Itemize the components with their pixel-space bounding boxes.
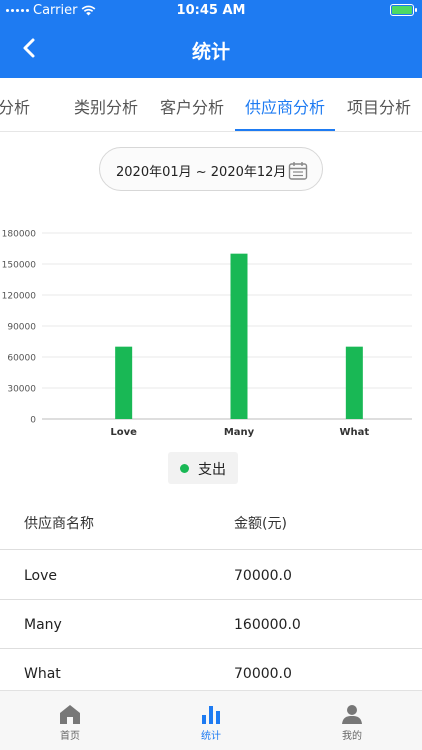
tabbar-item-stats[interactable]: 统计 xyxy=(141,691,281,750)
y-tick-label: 90000 xyxy=(7,323,36,333)
tabbar-item-home[interactable]: 首页 xyxy=(0,691,140,750)
status-time: 10:45 AM xyxy=(176,3,246,18)
y-tick-label: 60000 xyxy=(7,354,36,364)
tab-income-expense[interactable]: 收支分析 xyxy=(0,94,30,118)
chart-legend[interactable]: 支出 xyxy=(168,452,238,484)
analysis-tabs: 收支分析 类别分析 客户分析 供应商分析 项目分析 xyxy=(0,78,422,132)
bar-chart-icon xyxy=(202,706,220,724)
y-tick-label: 180000 xyxy=(2,230,37,240)
date-range-text: 2020年01月 ~ 2020年12月 xyxy=(116,165,287,180)
table-row[interactable]: Love 70000.0 xyxy=(0,551,422,600)
x-tick-label: Love xyxy=(110,427,137,438)
tabbar-item-me[interactable]: 我的 xyxy=(282,691,422,750)
x-tick-label: Many xyxy=(224,427,255,438)
supplier-bar-chart: 0 30000 60000 90000 120000 150000 180000 Love Ma… xyxy=(2,230,412,438)
active-tab-indicator xyxy=(235,129,335,131)
calendar-icon xyxy=(288,162,308,180)
supplier-amount: 70000.0 xyxy=(234,666,292,682)
supplier-name: What xyxy=(24,666,61,682)
tabbar-label-me: 我的 xyxy=(342,731,362,742)
status-bar: Carrier 10:45 AM xyxy=(0,0,422,22)
supplier-amount: 70000.0 xyxy=(234,568,292,584)
app-header: Carrier 10:45 AM 统计 xyxy=(0,0,422,78)
supplier-amount: 160000.0 xyxy=(234,617,301,633)
supplier-name: Many xyxy=(24,617,62,633)
y-tick-label: 30000 xyxy=(7,385,36,395)
table-row[interactable]: Many 160000.0 xyxy=(0,600,422,649)
user-icon xyxy=(342,705,362,724)
date-range-picker[interactable]: 2020年01月 ~ 2020年12月 xyxy=(99,147,323,191)
bar-love xyxy=(115,346,133,419)
tabbar-label-stats: 统计 xyxy=(201,731,221,742)
tab-category[interactable]: 类别分析 xyxy=(74,94,138,118)
y-tick-label: 0 xyxy=(30,416,36,426)
tabbar-label-home: 首页 xyxy=(60,731,80,742)
tab-supplier[interactable]: 供应商分析 xyxy=(245,94,325,118)
y-tick-label: 120000 xyxy=(2,292,37,302)
legend-label: 支出 xyxy=(198,462,226,478)
column-header-amount: 金额(元) xyxy=(234,516,287,532)
y-tick-label: 150000 xyxy=(2,261,37,271)
bottom-tab-bar: 首页 统计 我的 xyxy=(0,690,422,750)
bar-many xyxy=(230,253,248,419)
supplier-name: Love xyxy=(24,568,58,584)
legend-marker xyxy=(180,464,189,473)
home-icon xyxy=(60,705,80,724)
column-header-supplier: 供应商名称 xyxy=(24,516,94,532)
page-title: 统计 xyxy=(191,41,230,63)
table-header: 供应商名称 金额(元) xyxy=(0,498,422,550)
tab-customer[interactable]: 客户分析 xyxy=(160,94,224,118)
tab-project[interactable]: 项目分析 xyxy=(347,94,411,118)
x-tick-label: What xyxy=(339,427,369,438)
battery-icon xyxy=(390,4,417,16)
bar-what xyxy=(345,346,363,419)
